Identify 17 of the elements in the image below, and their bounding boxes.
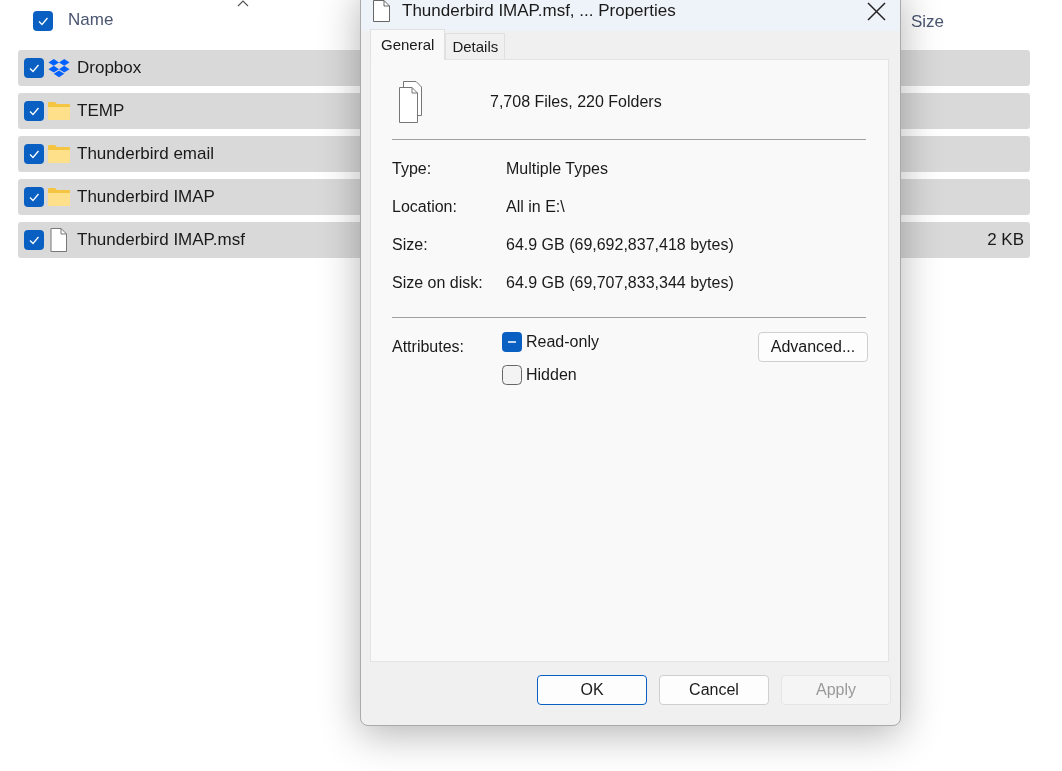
file-name: Dropbox [77,58,142,78]
file-name: TEMP [77,101,125,121]
property-label: Location: [392,198,458,216]
property-value: All in E:\ [506,198,566,216]
property-label: Size: [392,236,429,254]
window-title: Thunderbird IMAP.msf, ... Properties [402,1,676,21]
property-value: 64.9 GB (69,692,837,418 bytes) [506,236,735,254]
property-label: Type: [392,160,433,178]
file-name: Thunderbird IMAP.msf [77,230,245,250]
file-size: 2 KB [987,230,1024,250]
property-value: 64.9 GB (69,707,833,344 bytes) [506,274,735,292]
attributes-label: Attributes: [392,338,466,356]
property-value: Multiple Types [506,160,609,178]
file-name: Thunderbird email [77,144,214,164]
item-count: 7,708 Files, 220 Folders [490,93,662,111]
file-name: Thunderbird IMAP [77,187,215,207]
property-label: Size on disk: [392,274,484,292]
